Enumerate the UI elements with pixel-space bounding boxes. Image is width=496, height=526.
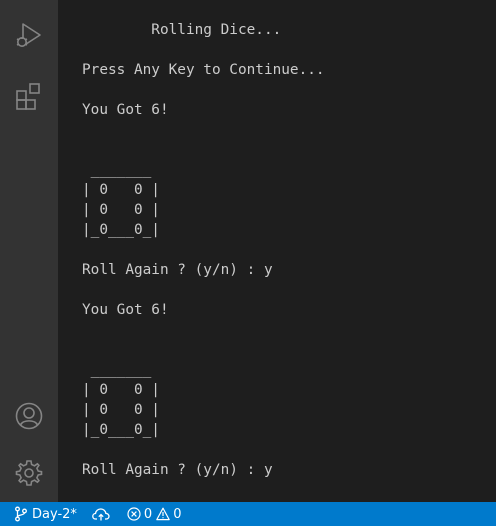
warning-icon	[156, 507, 170, 521]
error-icon	[127, 507, 141, 521]
settings-gear-icon[interactable]	[11, 455, 47, 491]
terminal-line: | 0 0 |	[82, 382, 160, 398]
error-count: 0	[143, 506, 153, 522]
terminal-line: Roll Again ? (y/n) : y	[82, 262, 273, 278]
extensions-icon[interactable]	[11, 78, 47, 114]
sync-button[interactable]	[82, 502, 115, 526]
branch-label: Day-2*	[32, 506, 77, 522]
terminal-line: |_0___0_|	[82, 422, 160, 438]
warning-count: 0	[173, 506, 182, 522]
terminal-line: Roll Again ? (y/n) : y	[82, 462, 273, 478]
status-bar: Day-2* 0 0	[0, 502, 496, 526]
terminal-panel[interactable]: Rolling Dice... Press Any Key to Continue…	[58, 0, 496, 502]
terminal-line: You Got 6!	[82, 102, 169, 118]
source-control-branch-icon	[15, 506, 27, 522]
terminal-output: Rolling Dice... Press Any Key to Continue…	[82, 20, 325, 502]
terminal-line: |_0___0_|	[82, 222, 160, 238]
terminal-line: Rolling Dice...	[82, 22, 282, 38]
terminal-line: | 0 0 |	[82, 202, 160, 218]
account-icon[interactable]	[11, 398, 47, 434]
problems-status[interactable]: 0 0	[115, 502, 187, 526]
activity-bar	[0, 0, 58, 502]
terminal-line: Press Any Key to Continue...	[82, 62, 325, 78]
terminal-line: You Got 6!	[82, 302, 169, 318]
vscode-window: Rolling Dice... Press Any Key to Continue…	[0, 0, 496, 526]
cloud-sync-icon	[92, 508, 110, 521]
terminal-line: _______	[82, 162, 152, 178]
branch-status[interactable]: Day-2*	[0, 502, 82, 526]
terminal-line: | 0 0 |	[82, 182, 160, 198]
run-debug-icon[interactable]	[11, 18, 47, 54]
terminal-line: | 0 0 |	[82, 402, 160, 418]
terminal-line: _______	[82, 362, 152, 378]
